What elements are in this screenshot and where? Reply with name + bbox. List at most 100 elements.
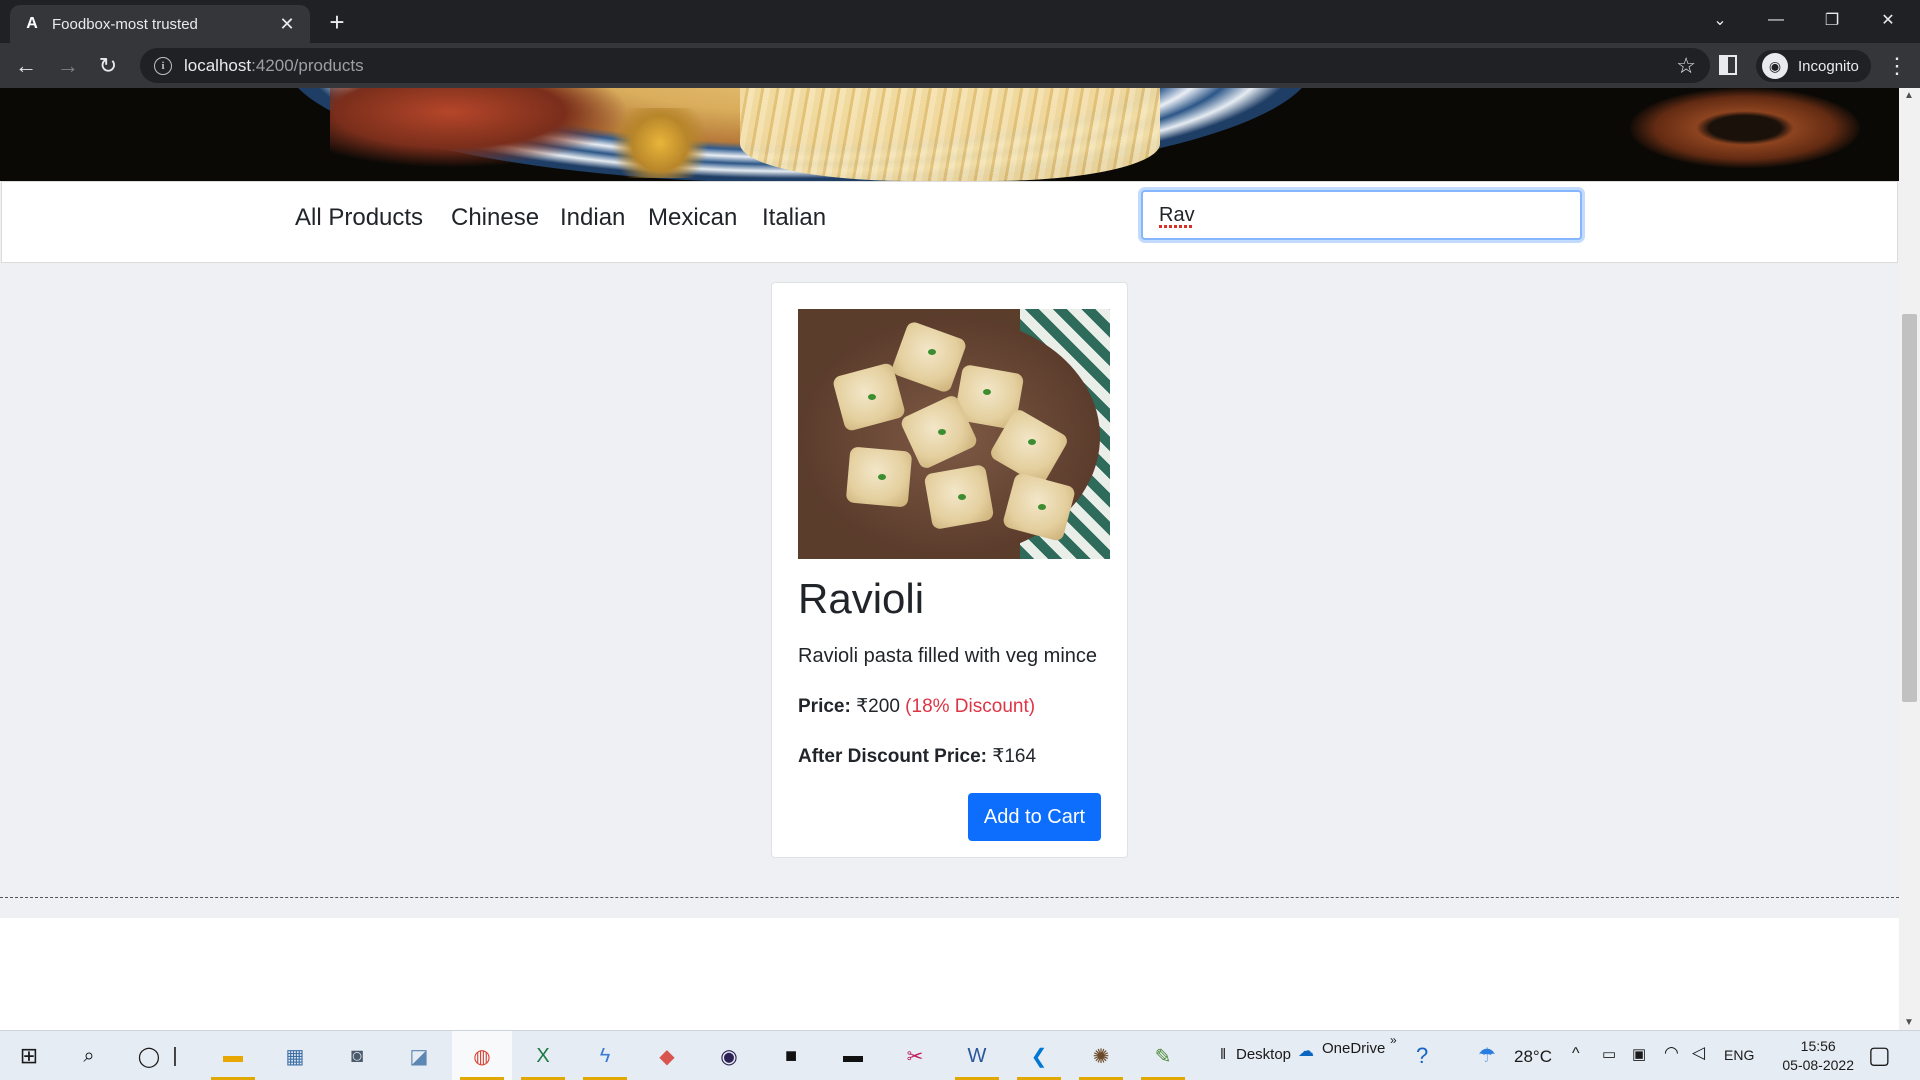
file-explorer-icon[interactable]: ▬	[214, 1038, 252, 1074]
url-host: localhost	[184, 55, 252, 75]
food-graphic	[600, 108, 720, 178]
profile-button[interactable]: ◉ Incognito	[1756, 50, 1871, 82]
product-name: Ravioli	[798, 575, 925, 622]
task-view-icon[interactable]: |	[170, 1038, 180, 1074]
scroll-down-icon[interactable]: ▼	[1904, 1017, 1914, 1028]
close-tab-icon[interactable]: ✕	[276, 14, 298, 35]
page-viewport: All Products Chinese Indian Mexican Ital…	[0, 88, 1899, 1030]
notifications-icon[interactable]: ▢	[1868, 1041, 1891, 1070]
system-clock[interactable]: 15:56 05-08-2022	[1782, 1037, 1854, 1075]
notepad-icon[interactable]: ◪	[400, 1038, 438, 1074]
forward-icon[interactable]: →	[52, 50, 84, 82]
excel-icon[interactable]: X	[524, 1038, 562, 1074]
back-icon[interactable]: ←	[10, 50, 42, 82]
word-icon[interactable]: W	[958, 1038, 996, 1074]
windows-start-icon[interactable]: ⊞	[10, 1038, 48, 1074]
angular-favicon-icon: A	[26, 15, 38, 32]
bookmark-star-icon[interactable]: ☆	[1676, 53, 1696, 79]
mysql-icon[interactable]: ▬	[834, 1038, 872, 1074]
windows-taskbar: ⊞ ⌕ ◯ | ▬ ▦ ◙ ◪ ◍ X ϟ ◆ ◉ ■ ▬ ✂ W ❮ ✺ ✎ …	[0, 1030, 1920, 1080]
wifi-icon[interactable]: ◠	[1664, 1043, 1679, 1063]
reload-icon[interactable]: ↻	[92, 50, 124, 82]
close-window-button[interactable]: ✕	[1860, 0, 1916, 40]
weather-icon[interactable]: ☂	[1478, 1043, 1496, 1068]
weather-temperature[interactable]: 28°C	[1514, 1047, 1552, 1067]
herb-graphic	[983, 389, 991, 395]
calculator-icon[interactable]: ▦	[276, 1038, 314, 1074]
cortana-icon[interactable]: ◯	[130, 1038, 168, 1074]
clock-time: 15:56	[1800, 1038, 1836, 1054]
noodles-graphic	[740, 88, 1160, 181]
after-discount-value: ₹164	[992, 746, 1037, 767]
site-info-icon[interactable]: i	[154, 56, 172, 75]
browser-tabstrip: A Foodbox-most trusted ✕ + ⌄ — ❐ ✕	[0, 0, 1920, 43]
nav-indian[interactable]: Indian	[560, 204, 625, 232]
git-icon[interactable]: ◆	[648, 1038, 686, 1074]
incognito-icon: ◉	[1762, 53, 1788, 79]
profile-label: Incognito	[1798, 57, 1859, 75]
app-icon[interactable]: ✺	[1082, 1038, 1120, 1074]
after-discount-label: After Discount Price:	[798, 746, 987, 767]
camera-icon[interactable]: ◙	[338, 1038, 376, 1074]
price-label: Price:	[798, 696, 851, 717]
scrollbar-thumb[interactable]	[1902, 314, 1917, 702]
add-to-cart-button[interactable]: Add to Cart	[968, 793, 1101, 841]
herb-graphic	[958, 494, 966, 500]
onedrive-icon[interactable]: ☁	[1298, 1041, 1314, 1061]
help-icon[interactable]: ?	[1416, 1043, 1428, 1069]
minimize-button[interactable]: —	[1748, 0, 1804, 40]
vscode-icon[interactable]: ❮	[1020, 1038, 1058, 1074]
search-input[interactable]	[1141, 190, 1582, 240]
herb-graphic	[928, 349, 936, 355]
browser-toolbar: ← → ↻ i localhost:4200/products ☆ ◉ Inco…	[0, 43, 1920, 88]
device-icon[interactable]: ▭	[1602, 1045, 1616, 1063]
price-row: Price: ₹200 (18% Discount)	[798, 695, 1035, 718]
herb-graphic	[868, 394, 876, 400]
volume-icon[interactable]: ◁	[1692, 1043, 1705, 1063]
nav-mexican[interactable]: Mexican	[648, 204, 737, 232]
nav-chinese[interactable]: Chinese	[451, 204, 539, 232]
desktop-toolbar-label[interactable]: Desktop	[1236, 1046, 1291, 1063]
hero-banner-image	[0, 88, 1899, 181]
scroll-up-icon[interactable]: ▲	[1904, 90, 1914, 101]
price-value: ₹200	[856, 696, 900, 717]
kebab-menu-icon[interactable]: ⋮	[1886, 53, 1908, 79]
herb-graphic	[878, 474, 886, 480]
chrome-icon[interactable]: ◍	[463, 1038, 501, 1074]
tab-search-icon[interactable]: ⌄	[1692, 0, 1748, 40]
footer-divider	[0, 897, 1899, 898]
side-panel-icon[interactable]	[1719, 55, 1737, 75]
product-image	[798, 309, 1110, 559]
onedrive-label[interactable]: OneDrive	[1322, 1040, 1385, 1057]
restore-button[interactable]: ❐	[1804, 0, 1860, 40]
herb-graphic	[1038, 504, 1046, 510]
food-graphic	[330, 88, 630, 168]
postman-icon[interactable]: ϟ	[586, 1038, 624, 1074]
page-scrollbar[interactable]: ▲ ▼	[1899, 88, 1920, 1030]
show-hidden-icons-icon[interactable]: ^	[1572, 1045, 1580, 1063]
language-indicator[interactable]: ENG	[1724, 1047, 1754, 1063]
eclipse-icon[interactable]: ◉	[710, 1038, 748, 1074]
category-navbar: All Products Chinese Indian Mexican Ital…	[1, 181, 1898, 263]
spellcheck-underline	[1159, 225, 1192, 228]
address-bar[interactable]: i localhost:4200/products ☆	[140, 48, 1710, 83]
tab-title: Foodbox-most trusted	[52, 15, 198, 33]
snipping-tool-icon[interactable]: ✂	[896, 1038, 934, 1074]
nav-all-products[interactable]: All Products	[295, 204, 423, 232]
browser-tab[interactable]: A Foodbox-most trusted ✕	[10, 5, 310, 43]
nav-italian[interactable]: Italian	[762, 204, 826, 232]
donut-graphic	[1630, 88, 1860, 168]
terminal-icon[interactable]: ■	[772, 1038, 810, 1074]
url-text: localhost:4200/products	[184, 56, 364, 76]
after-discount-row: After Discount Price: ₹164	[798, 745, 1036, 768]
paint-icon[interactable]: ✎	[1144, 1038, 1182, 1074]
footer	[0, 918, 1899, 1030]
clock-date: 05-08-2022	[1782, 1057, 1854, 1073]
search-icon[interactable]: ⌕	[70, 1038, 108, 1074]
url-path: :4200/products	[251, 55, 364, 75]
toolbar-divider: ‖	[1220, 1046, 1227, 1063]
new-tab-button[interactable]: +	[322, 8, 352, 38]
toolbar-expand-icon[interactable]: »	[1390, 1033, 1397, 1047]
herb-graphic	[1028, 439, 1036, 445]
meet-icon[interactable]: ▣	[1632, 1045, 1646, 1063]
